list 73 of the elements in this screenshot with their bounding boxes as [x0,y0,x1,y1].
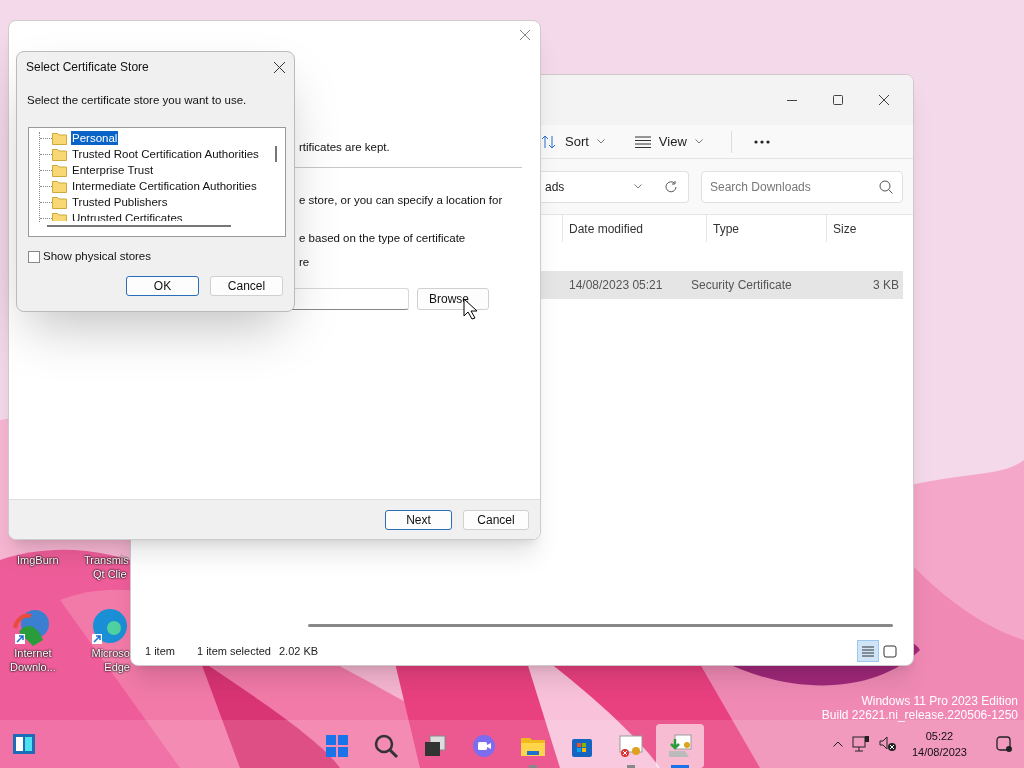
address-bar[interactable]: ads [541,170,689,203]
folder-icon [52,131,67,145]
dialog-title: Select Certificate Store [26,59,149,76]
chevron-down-icon [634,184,642,189]
chevron-up-icon[interactable] [832,741,843,747]
tiles-view-icon [881,642,899,660]
store-item[interactable]: Trusted Root Certification Authorities [71,147,260,162]
list-lines-icon [634,135,651,148]
desktop-icon-label: ImgBurn [17,553,59,567]
browser-icon[interactable] [90,606,130,646]
desktop-icon-label: Transmis [84,553,129,567]
ok-button[interactable]: OK [126,275,199,296]
close-icon [879,95,889,105]
selection-size: 2.02 KB [278,643,319,659]
folder-icon [52,147,67,161]
taskbar-app-button[interactable] [656,724,704,768]
widgets-icon[interactable] [12,733,36,755]
folder-icon [52,211,67,222]
column-header[interactable]: Date modified [562,215,706,242]
chevron-down-icon [596,139,605,144]
description-text: rtificates are kept. [299,140,391,155]
next-button[interactable]: Next [385,509,452,530]
file-cell-text: 14/08/2023 05:21 [568,277,664,294]
desktop-icon-label: Edge [104,660,130,674]
minimize-icon [787,99,797,101]
option-text: e store, or you can specify a location for [299,193,504,208]
edition-notice: Windows 11 Pro 2023 Edition [861,694,1018,708]
store-item[interactable]: Personal [71,131,119,146]
chevron-down-icon [694,139,703,144]
folder-icon [52,195,67,209]
vertical-scrollbar-thumb[interactable] [275,146,277,163]
refresh-icon[interactable] [664,179,678,194]
checkbox-label: Show physical stores [43,249,152,265]
view-button[interactable]: View [632,127,705,156]
file-cell-text: Security Certificate [690,277,793,294]
store-item[interactable]: Intermediate Certification Authorities [71,179,258,194]
horizontal-scrollbar[interactable] [308,624,893,627]
close-icon[interactable] [274,61,285,73]
file-row[interactable]: 14/08/2023 05:21 Security Certificate 3 KB [541,271,903,299]
browse-button[interactable]: Browse [417,288,489,310]
notification-icon[interactable] [996,736,1012,752]
maximize-icon [833,95,843,105]
desktop-icon-label: Downlo... [10,660,56,674]
store-item[interactable]: Trusted Publishers [71,195,169,210]
horizontal-scrollbar-thumb[interactable] [47,225,231,228]
desktop-icon-label: Internet [14,646,52,660]
cancel-button[interactable]: Cancel [463,509,529,530]
folder-icon [52,179,67,193]
checkbox[interactable] [28,250,40,263]
speaker-muted-icon[interactable] [878,736,897,752]
item-count: 1 item [145,643,175,659]
column-header[interactable]: Type [706,215,826,242]
option-text: e based on the type of certificate [299,231,467,246]
dialog-prompt: Select the certificate store you want to use. [27,93,248,108]
sort-button[interactable]: Sort [539,127,607,156]
network-icon[interactable] [851,736,870,752]
search-icon [879,179,893,194]
search-field[interactable]: Search Downloads [701,170,903,203]
option-text: re [299,255,311,270]
store-item[interactable]: Enterprise Trust [71,163,155,178]
file-cell-text: 3 KB [872,277,900,294]
edition-notice: Build 22621.ni_release.220506-1250 [821,708,1018,722]
desktop-icon-label: Microso [91,646,130,660]
column-header[interactable]: Size [826,215,906,242]
desktop-icon-label: Qt Clie [93,567,128,581]
sort-arrows-icon [541,133,557,150]
clock-date[interactable]: 14/08/2023 [911,744,967,760]
folder-icon [52,163,67,177]
clock-time[interactable]: 05:22 [925,728,954,744]
view-mode-button[interactable] [857,640,879,662]
selection-count: 1 item selected [196,643,271,659]
more-dots-icon [753,139,770,144]
cancel-button[interactable]: Cancel [210,275,283,296]
